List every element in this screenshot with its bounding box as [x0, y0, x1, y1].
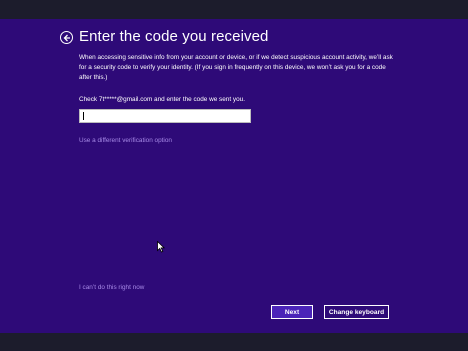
cant-do-now-link[interactable]: I can’t do this right now	[79, 284, 144, 291]
back-arrow-icon	[63, 34, 71, 42]
next-button[interactable]: Next	[271, 305, 313, 319]
top-letterbox	[0, 0, 468, 19]
mouse-pointer-icon	[157, 240, 166, 253]
text-caret	[83, 112, 84, 120]
check-email-instruction: Check 7t*****@gmail.com and enter the co…	[79, 96, 245, 103]
page-title: Enter the code you received	[79, 28, 269, 45]
description-text: When accessing sensitive info from your …	[79, 54, 393, 81]
different-verification-option-link[interactable]: Use a different verification option	[79, 137, 172, 144]
bottom-letterbox	[0, 333, 468, 351]
back-button[interactable]	[60, 31, 73, 44]
change-keyboard-button[interactable]: Change keyboard	[324, 305, 389, 319]
code-input[interactable]	[79, 109, 251, 123]
